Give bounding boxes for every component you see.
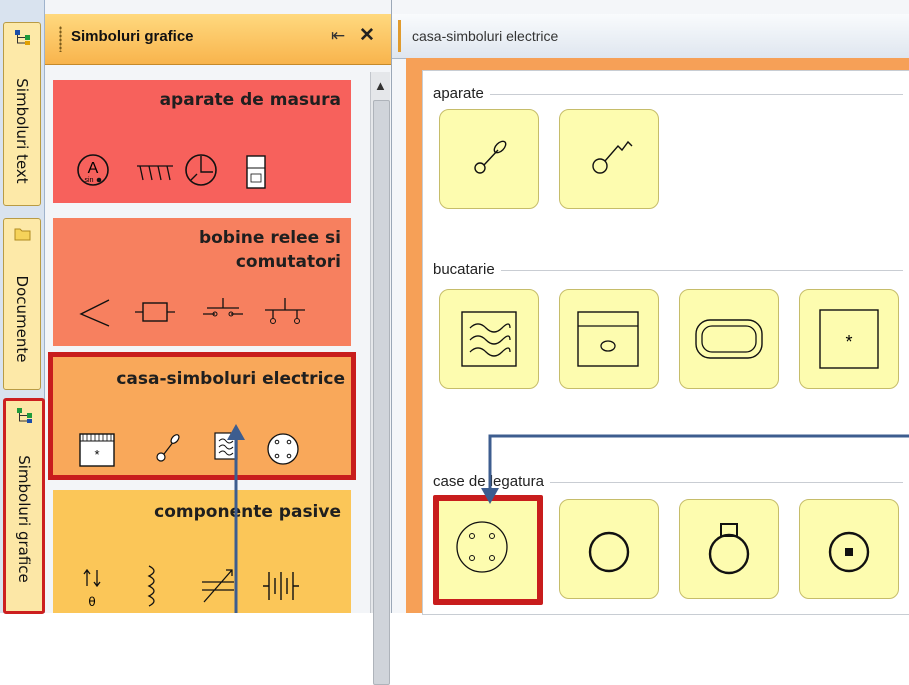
switch-zigzag-tile[interactable] bbox=[559, 109, 659, 209]
wattmeter-symbol-icon[interactable] bbox=[183, 152, 223, 192]
variable-capacitor-symbol-icon[interactable] bbox=[198, 564, 238, 608]
relay-coil-symbol-icon[interactable] bbox=[133, 298, 177, 326]
junction-box-4-icon bbox=[456, 521, 508, 573]
switch-symbol-icon[interactable] bbox=[75, 294, 115, 334]
drag-grip-icon[interactable] bbox=[59, 26, 62, 52]
group-label: case de legatura bbox=[433, 473, 550, 490]
document-area: casa-simboluri electrice aparate bucatar… bbox=[392, 0, 909, 615]
ammeter-letter: A bbox=[88, 160, 99, 177]
category-casa-simboluri-electrice[interactable]: casa-simboluri electrice * bbox=[48, 352, 356, 480]
category-title: bobine relee si comutatori bbox=[198, 228, 341, 272]
junction-box-symbol-icon[interactable] bbox=[263, 429, 303, 469]
side-tab-simboluri-text[interactable]: Simboluri text bbox=[3, 22, 41, 206]
panel-box-symbol-icon[interactable]: * bbox=[77, 431, 117, 469]
category-bobine-relee-si-comutatori[interactable]: bobine relee si comutatori bbox=[53, 218, 351, 346]
circle-tab-tile[interactable] bbox=[679, 499, 779, 599]
group-label: aparate bbox=[433, 85, 490, 102]
side-tab-documente[interactable]: Documente bbox=[3, 218, 41, 390]
pin-icon[interactable]: ⇤ bbox=[331, 26, 345, 46]
heater-symbol-icon[interactable] bbox=[211, 429, 241, 465]
sink-icon bbox=[695, 319, 763, 359]
battery-symbol-icon[interactable] bbox=[261, 564, 301, 608]
category-componente-pasive[interactable]: componente pasive θ bbox=[53, 490, 351, 613]
category-aparate-de-masura[interactable]: aparate de masura A sin bbox=[53, 80, 351, 203]
panel-title: Simboluri grafice bbox=[71, 28, 194, 45]
side-tab-label: Documente bbox=[13, 275, 31, 363]
appliance-star-tile[interactable]: * bbox=[799, 289, 899, 389]
oven-icon bbox=[577, 311, 639, 367]
panel-box-mark: * bbox=[94, 447, 99, 462]
key-switch-symbol-icon[interactable] bbox=[153, 429, 183, 465]
tree-diagram-icon bbox=[17, 408, 32, 423]
switch-key-tile[interactable] bbox=[439, 109, 539, 209]
circle-dot-tile[interactable] bbox=[799, 499, 899, 599]
group-case-de-legatura: case de legatura bbox=[433, 473, 903, 613]
thermistor-mark: θ bbox=[88, 595, 95, 609]
symbols-panel: Simboluri grafice ⇤ ✕ aparate de masura … bbox=[45, 0, 392, 685]
tree-diagram-icon bbox=[15, 30, 30, 45]
contact-symbol-icon[interactable] bbox=[263, 294, 307, 328]
panel-header: Simboluri grafice ⇤ ✕ bbox=[45, 14, 391, 65]
group-divider bbox=[433, 270, 903, 271]
counter-symbol-icon[interactable] bbox=[241, 152, 271, 192]
oven-tile[interactable] bbox=[559, 289, 659, 389]
document-tab-label: casa-simboluri electrice bbox=[412, 28, 559, 44]
appliance-star-icon: * bbox=[819, 309, 879, 369]
folder-icon bbox=[14, 228, 31, 241]
cooker-hood-icon bbox=[461, 311, 517, 367]
pushbutton-symbol-icon[interactable] bbox=[201, 294, 245, 324]
side-tab-simboluri-grafice[interactable]: Simboluri grafice bbox=[3, 398, 45, 614]
document-tab[interactable]: casa-simboluri electrice bbox=[392, 14, 909, 59]
category-title: componente pasive bbox=[154, 502, 341, 522]
cooker-hood-tile[interactable] bbox=[439, 289, 539, 389]
ammeter-symbol-icon[interactable]: A sin bbox=[75, 152, 115, 192]
circle-icon bbox=[588, 531, 630, 573]
side-tab-label: Simboluri text bbox=[13, 78, 31, 184]
group-label: bucatarie bbox=[433, 261, 501, 278]
appliance-mark: * bbox=[845, 332, 852, 352]
panel-scrollbar[interactable]: ▲ bbox=[370, 72, 390, 685]
group-aparate: aparate bbox=[433, 85, 903, 209]
ammeter-sub: sin bbox=[85, 177, 94, 184]
side-tab-label: Simboluri grafice bbox=[15, 455, 33, 583]
side-tab-strip: Simboluri text Documente Simboluri grafi… bbox=[0, 0, 45, 614]
scroll-up-icon[interactable]: ▲ bbox=[374, 78, 387, 93]
symbol-canvas: aparate bucatarie * case de legatura bbox=[422, 70, 909, 615]
meter-array-symbol-icon[interactable] bbox=[135, 160, 175, 186]
circle-tile[interactable] bbox=[559, 499, 659, 599]
inductor-symbol-icon[interactable] bbox=[135, 564, 165, 608]
category-title: aparate de masura bbox=[159, 90, 341, 110]
tab-accent bbox=[398, 20, 401, 52]
close-icon[interactable]: ✕ bbox=[359, 24, 375, 47]
switch-key-icon bbox=[474, 140, 507, 174]
circle-tab-icon bbox=[708, 523, 750, 575]
category-title: casa-simboluri electrice bbox=[116, 369, 345, 389]
scrollbar-thumb[interactable] bbox=[373, 100, 390, 685]
group-divider bbox=[433, 94, 903, 95]
switch-zigzag-icon bbox=[592, 140, 633, 174]
circle-dot-icon bbox=[828, 531, 870, 573]
group-bucatarie: bucatarie * bbox=[433, 261, 903, 391]
sink-tile[interactable] bbox=[679, 289, 779, 389]
junction-box-4-tile[interactable] bbox=[433, 495, 543, 605]
thermistor-symbol-icon[interactable]: θ bbox=[77, 568, 107, 610]
